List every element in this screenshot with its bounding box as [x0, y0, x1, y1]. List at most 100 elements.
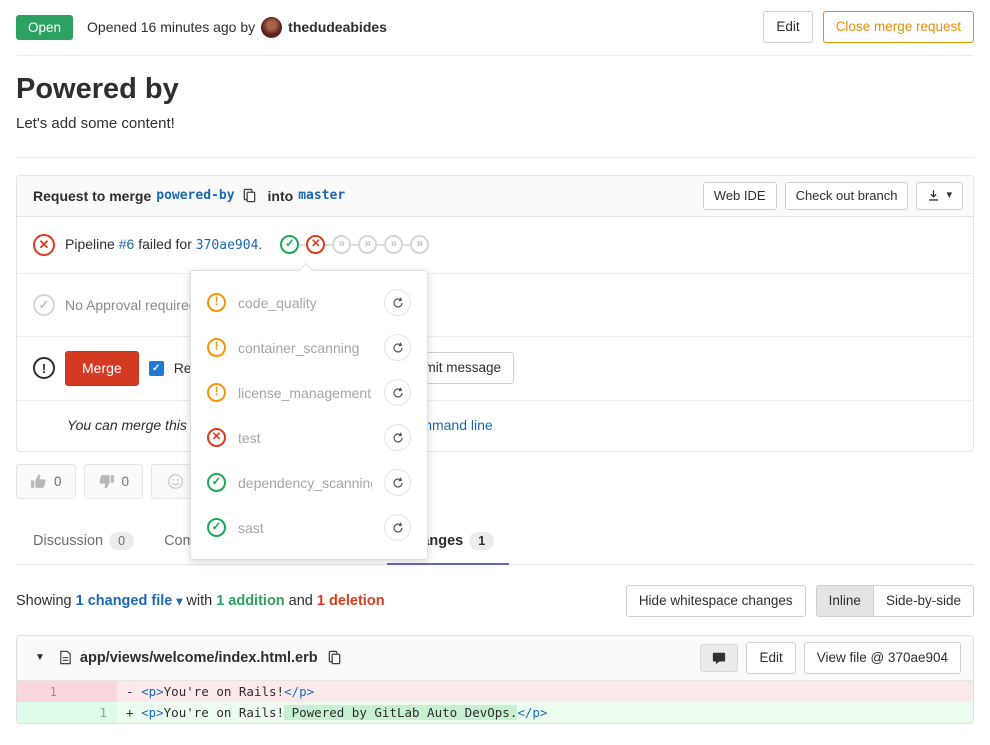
pipeline-mid-text: failed for [138, 236, 192, 252]
removed-code: - <p>You're on Rails!</p> [117, 681, 973, 702]
file-header: ▼ app/views/welcome/index.html.erb Edit … [17, 636, 973, 681]
added-code: + <p>You're on Rails! Powered by GitLab … [117, 702, 973, 723]
inline-view-button[interactable]: Inline [816, 585, 874, 617]
opened-info: Opened 16 minutes ago by thedudeabides [87, 17, 387, 38]
diff-summary-bar: Showing 1 changed file ▾ with 1 addition… [16, 585, 974, 617]
chevron-down-icon: ▾ [176, 594, 182, 608]
mr-tabs: Discussion0 Commits1 Pipelines1 Changes1 [16, 519, 974, 565]
thumbs-up-icon [30, 473, 47, 490]
stage-skipped-icon[interactable]: » [358, 235, 377, 254]
checkout-branch-button[interactable]: Check out branch [785, 182, 909, 210]
checkbox-check-icon: ✓ [152, 363, 160, 374]
tab-changes-count: 1 [469, 532, 494, 550]
job-item-test[interactable]: ✕ test [191, 415, 427, 460]
thumbs-up-button[interactable]: 0 [16, 464, 76, 499]
mr-widget: Request to merge powered-by into master … [16, 175, 974, 451]
retry-icon [392, 387, 404, 399]
job-item-license-management[interactable]: ! license_management [191, 370, 427, 415]
copy-icon [327, 650, 342, 665]
stage-skipped-icon[interactable]: » [332, 235, 351, 254]
file-path[interactable]: app/views/welcome/index.html.erb [80, 650, 318, 666]
with-label: with [186, 593, 212, 609]
opened-text: Opened 16 minutes ago by [87, 19, 255, 35]
retry-icon [392, 432, 404, 444]
pipeline-number-link[interactable]: #6 [119, 236, 135, 252]
old-line-number[interactable]: 1 [17, 681, 67, 702]
author-name[interactable]: thedudeabides [288, 19, 387, 35]
download-icon [927, 189, 940, 202]
award-emoji-row: 0 0 [16, 464, 974, 499]
mr-description: Let's add some content! [16, 115, 974, 132]
view-file-button[interactable]: View file @ 370ae904 [804, 642, 961, 674]
stage-failed-icon[interactable]: ✕ [306, 235, 325, 254]
edit-file-button[interactable]: Edit [746, 642, 795, 674]
pipeline-failed-icon: ✕ [33, 234, 55, 256]
retry-icon [392, 297, 404, 309]
page-title: Powered by [16, 73, 974, 106]
stage-skipped-icon[interactable]: » [384, 235, 403, 254]
and-label: and [289, 593, 313, 609]
hide-whitespace-button[interactable]: Hide whitespace changes [626, 585, 806, 617]
deletions-count: 1 deletion [317, 593, 385, 609]
collapse-file-toggle[interactable]: ▼ [29, 650, 51, 665]
avatar[interactable] [261, 17, 282, 38]
warning-status-icon: ! [207, 293, 226, 312]
toggle-comments-button[interactable] [700, 644, 738, 672]
job-name: container_scanning [238, 340, 372, 356]
job-item-container-scanning[interactable]: ! container_scanning [191, 325, 427, 370]
remove-source-branch-checkbox[interactable]: ✓ [149, 361, 164, 376]
merge-button[interactable]: Merge [65, 351, 139, 386]
copy-path-button[interactable] [325, 648, 344, 667]
retry-job-button[interactable] [384, 289, 411, 316]
job-name: dependency_scanning [238, 475, 372, 491]
warning-status-icon: ! [207, 383, 226, 402]
failed-status-icon: ✕ [207, 428, 226, 447]
job-item-code-quality[interactable]: ! code_quality [191, 280, 427, 325]
commit-sha-link[interactable]: 370ae904 [196, 238, 259, 253]
retry-job-button[interactable] [384, 514, 411, 541]
diff-line-removed: 1 - <p>You're on Rails!</p> [17, 681, 973, 702]
retry-icon [392, 522, 404, 534]
new-line-number[interactable] [67, 681, 117, 702]
retry-job-button[interactable] [384, 469, 411, 496]
into-label: into [268, 188, 294, 204]
source-branch-link[interactable]: powered-by [156, 188, 234, 203]
warning-status-icon: ! [207, 338, 226, 357]
new-line-number[interactable]: 1 [67, 702, 117, 723]
approval-check-icon: ✓ [33, 294, 55, 316]
tab-discussion[interactable]: Discussion0 [18, 519, 149, 565]
target-branch-link[interactable]: master [298, 188, 345, 203]
merge-controls-row: ! Merge ✓ Remove source branch Modify co… [17, 337, 973, 401]
download-dropdown-button[interactable]: ▾ [916, 182, 963, 210]
thumbs-down-count: 0 [122, 474, 130, 489]
pipeline-jobs-dropdown: ! code_quality ! container_scanning ! li… [190, 270, 428, 560]
retry-job-button[interactable] [384, 379, 411, 406]
job-name: license_management [238, 385, 372, 401]
old-line-number[interactable] [17, 702, 67, 723]
tab-discussion-count: 0 [109, 532, 134, 550]
retry-job-button[interactable] [384, 334, 411, 361]
chevron-down-icon: ▾ [946, 189, 952, 202]
request-to-merge-label: Request to merge [33, 188, 151, 204]
request-to-merge-row: Request to merge powered-by into master … [17, 176, 973, 217]
retry-job-button[interactable] [384, 424, 411, 451]
diff-view-toggle: Inline Side-by-side [816, 585, 974, 617]
stage-success-icon[interactable]: ✓ [280, 235, 299, 254]
thumbs-down-button[interactable]: 0 [84, 464, 144, 499]
retry-icon [392, 477, 404, 489]
retry-icon [392, 342, 404, 354]
job-item-dependency-scanning[interactable]: ✓ dependency_scanning [191, 460, 427, 505]
thumbs-down-icon [98, 473, 115, 490]
mini-pipeline-graph: ✓ ✕ » » » » [280, 235, 429, 254]
web-ide-button[interactable]: Web IDE [703, 182, 777, 210]
side-by-side-view-button[interactable]: Side-by-side [873, 585, 974, 617]
changed-files-dropdown[interactable]: 1 changed file ▾ [76, 593, 183, 609]
stage-skipped-icon[interactable]: » [410, 235, 429, 254]
copy-branch-button[interactable] [240, 186, 259, 205]
job-item-sast[interactable]: ✓ sast [191, 505, 427, 550]
additions-count: 1 addition [216, 593, 284, 609]
edit-button[interactable]: Edit [763, 11, 812, 43]
approval-row: ✓ No Approval required [17, 274, 973, 337]
showing-label: Showing [16, 593, 72, 609]
close-merge-request-button[interactable]: Close merge request [823, 11, 974, 43]
